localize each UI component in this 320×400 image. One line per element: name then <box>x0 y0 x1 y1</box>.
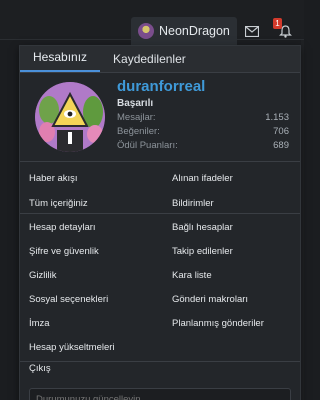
link-password-security[interactable]: Şifre ve güvenlik <box>29 246 99 257</box>
link-privacy[interactable]: Gizlilik <box>29 270 56 281</box>
background-page-edge <box>301 40 304 400</box>
link-signature[interactable]: İmza <box>29 318 50 329</box>
account-dropdown: Hesabınız Kaydedilenler duranforreal Baş… <box>19 45 301 400</box>
status-update-input[interactable] <box>29 388 291 400</box>
notification-badge: 1 <box>273 18 282 29</box>
account-links: Haber akışı Alınan ifadeler Tüm içeriğin… <box>20 162 300 372</box>
stat-label: Ödül Puanları: <box>117 140 178 151</box>
stat-row-messages: Mesajlar: 1.153 <box>117 112 289 125</box>
user-menu-username: NeonDragon <box>159 24 230 38</box>
link-connected-accounts[interactable]: Bağlı hesaplar <box>172 222 233 233</box>
stat-row-points: Ödül Puanları: 689 <box>117 140 289 153</box>
stat-value: 1.153 <box>265 112 289 123</box>
profile-avatar[interactable] <box>35 82 105 152</box>
stat-value: 689 <box>273 140 289 151</box>
inbox-icon[interactable] <box>243 22 261 40</box>
link-alerts[interactable]: Bildirimler <box>172 198 214 209</box>
tab-your-account[interactable]: Hesabınız <box>20 50 101 72</box>
link-scheduled-posts[interactable]: Planlanmış gönderiler <box>172 318 264 329</box>
link-account-upgrades[interactable]: Hesap yükseltmeleri <box>29 342 115 353</box>
link-post-macros[interactable]: Gönderi makroları <box>172 294 248 305</box>
profile-username[interactable]: duranforreal <box>117 78 205 95</box>
link-reactions-received[interactable]: Alınan ifadeler <box>172 173 233 184</box>
stat-value: 706 <box>273 126 289 137</box>
stat-label: Beğeniler: <box>117 126 160 137</box>
link-news-feed[interactable]: Haber akışı <box>29 173 78 184</box>
menu-tabs: Hesabınız Kaydedilenler <box>20 46 300 73</box>
stat-label: Mesajlar: <box>117 112 156 123</box>
link-following[interactable]: Takip edilenler <box>172 246 233 257</box>
link-account-details[interactable]: Hesap detayları <box>29 222 96 233</box>
link-ignoring[interactable]: Kara liste <box>172 270 212 281</box>
logout-link[interactable]: Çıkış <box>29 363 51 374</box>
link-social-options[interactable]: Sosyal seçenekleri <box>29 294 108 305</box>
link-your-content[interactable]: Tüm içeriğiniz <box>29 198 88 209</box>
user-menu-toggle[interactable]: NeonDragon <box>131 17 237 45</box>
profile-user-title: Başarılı <box>117 98 154 109</box>
divider <box>20 213 300 214</box>
user-avatar-icon <box>138 23 154 39</box>
profile-summary: duranforreal Başarılı Mesajlar: 1.153 Be… <box>20 73 300 162</box>
divider <box>20 361 300 362</box>
tab-bookmarks[interactable]: Kaydedilenler <box>100 52 199 72</box>
top-nav-bar: NeonDragon 1 <box>0 0 304 45</box>
stat-row-likes: Beğeniler: 706 <box>117 126 289 139</box>
